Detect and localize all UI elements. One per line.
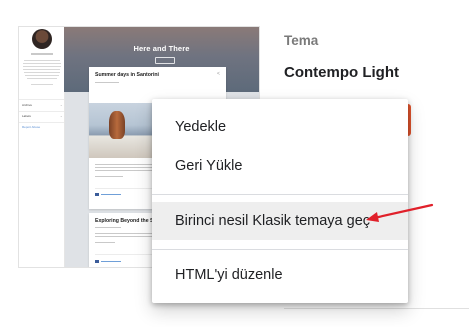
- preview-chevron-icon: ⌄: [60, 103, 63, 107]
- preview-blog-title: Here and There: [133, 44, 190, 53]
- preview-sidebar: Archive ⌄ Labels ⌄ Report Abuse: [19, 27, 65, 267]
- menu-divider: [152, 249, 408, 250]
- preview-sidebar-labels: Labels: [22, 114, 31, 118]
- preview-share-icon: <: [217, 71, 220, 77]
- menu-item-edit-html[interactable]: HTML'yi düzenle: [152, 259, 408, 291]
- preview-sidebar-archive: Archive: [22, 103, 33, 107]
- section-label: Tema: [284, 33, 319, 48]
- preview-avatar: [32, 29, 52, 49]
- annotation-arrow-icon: [366, 203, 434, 222]
- menu-item-restore[interactable]: Geri Yükle: [152, 150, 408, 182]
- preview-post-title: Summer days in Santorini: [95, 72, 159, 78]
- preview-chevron-icon: ⌄: [60, 114, 63, 118]
- menu-item-backup[interactable]: Yedekle: [152, 111, 408, 143]
- preview-sidebar-report: Report Abuse: [22, 125, 41, 129]
- preview-post-title: Exploring Beyond the Sky: [95, 218, 160, 224]
- current-theme-name: Contempo Light: [284, 64, 399, 81]
- divider: [284, 308, 469, 309]
- preview-subscribe-button: [155, 57, 175, 64]
